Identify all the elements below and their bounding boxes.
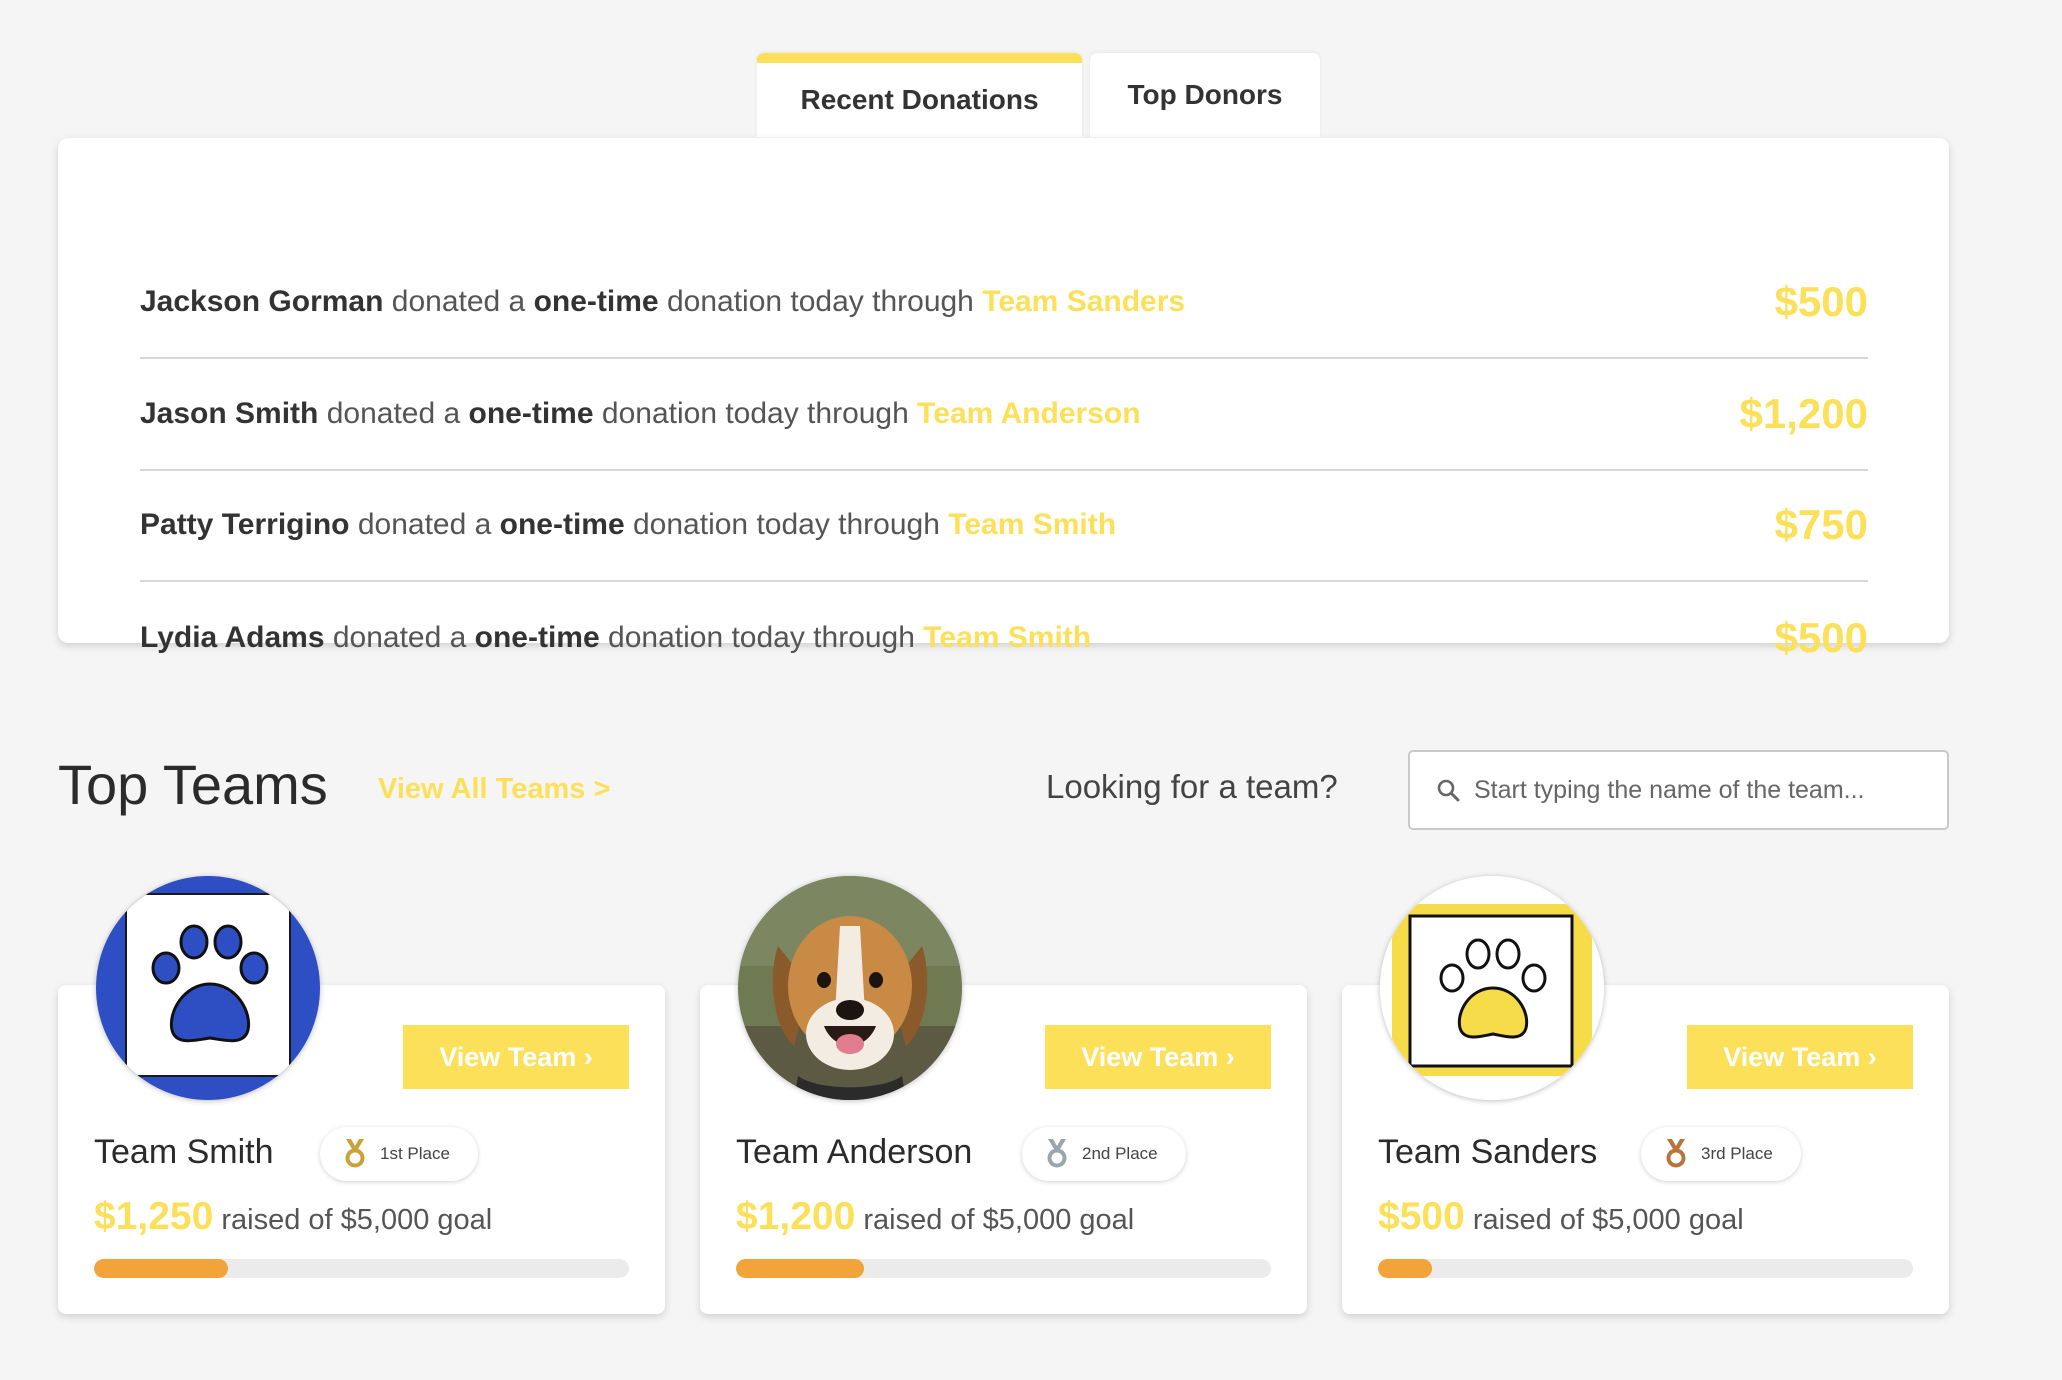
- raised-amount: $500: [1378, 1195, 1465, 1238]
- team-link[interactable]: Team Smith: [923, 621, 1091, 654]
- view-team-button[interactable]: View Team ›: [1687, 1025, 1913, 1089]
- donation-text: Patty Terrigino donated a one-time donat…: [140, 508, 1117, 541]
- donation-text: Lydia Adams donated a one-time donation …: [140, 621, 1092, 654]
- donation-text: Jackson Gorman donated a one-time donati…: [140, 285, 1186, 318]
- donation-tabs: Recent Donations Top Donors: [757, 53, 1320, 137]
- team-search-box[interactable]: [1408, 750, 1949, 830]
- progress-fill: [1378, 1259, 1432, 1278]
- yellow-paw-icon: [1380, 876, 1604, 1100]
- donor-name: Jason Smith: [140, 397, 319, 430]
- raised-amount: $1,250: [94, 1195, 214, 1238]
- place-badge: 1st Place: [320, 1127, 478, 1181]
- team-search-input[interactable]: [1474, 775, 1924, 805]
- team-name: Team Sanders: [1378, 1133, 1598, 1171]
- team-avatar[interactable]: [1380, 876, 1604, 1100]
- donation-row: Jason Smith donated a one-time donation …: [140, 359, 1868, 471]
- medal-icon: [1047, 1139, 1067, 1168]
- raised-amount: $1,200: [736, 1195, 856, 1238]
- team-name: Team Anderson: [736, 1133, 973, 1171]
- team-link[interactable]: Team Anderson: [917, 397, 1140, 430]
- team-avatar[interactable]: [96, 876, 320, 1100]
- progress-bar: [1378, 1259, 1913, 1278]
- view-team-button[interactable]: View Team ›: [1045, 1025, 1271, 1089]
- tab-top-donors[interactable]: Top Donors: [1090, 53, 1320, 137]
- donation-amount: $750: [1774, 501, 1868, 548]
- team-link[interactable]: Team Smith: [948, 508, 1116, 541]
- progress-bar: [94, 1259, 629, 1278]
- donor-name: Lydia Adams: [140, 621, 325, 654]
- donation-row: Jackson Gorman donated a one-time donati…: [140, 247, 1868, 359]
- donation-text: Jason Smith donated a one-time donation …: [140, 397, 1141, 430]
- donation-row: Lydia Adams donated a one-time donation …: [140, 582, 1868, 694]
- recent-donations-panel: Jackson Gorman donated a one-time donati…: [58, 138, 1949, 661]
- raised-text: $500 raised of $5,000 goal: [1378, 1195, 1744, 1238]
- donation-row: Patty Terrigino donated a one-time donat…: [140, 470, 1868, 582]
- donation-amount: $500: [1774, 614, 1868, 661]
- blue-paw-icon: [96, 876, 320, 1100]
- place-badge: 2nd Place: [1022, 1127, 1186, 1181]
- medal-icon: [1666, 1139, 1686, 1168]
- donor-name: Jackson Gorman: [140, 285, 384, 318]
- donation-amount: $1,200: [1739, 390, 1868, 437]
- search-icon: [1437, 779, 1460, 802]
- progress-fill: [736, 1259, 865, 1278]
- team-avatar[interactable]: [738, 876, 962, 1100]
- progress-bar: [736, 1259, 1271, 1278]
- tab-recent-donations[interactable]: Recent Donations: [757, 53, 1082, 137]
- team-link[interactable]: Team Sanders: [982, 285, 1185, 318]
- place-badge: 3rd Place: [1641, 1127, 1801, 1181]
- view-team-button[interactable]: View Team ›: [403, 1025, 629, 1089]
- team-name: Team Smith: [94, 1133, 274, 1171]
- raised-text: $1,200 raised of $5,000 goal: [736, 1195, 1135, 1238]
- donor-name: Patty Terrigino: [140, 508, 350, 541]
- dog-photo: [738, 876, 962, 1100]
- raised-text: $1,250 raised of $5,000 goal: [94, 1195, 493, 1238]
- donation-amount: $500: [1774, 278, 1868, 325]
- progress-fill: [94, 1259, 228, 1278]
- top-teams-title: Top Teams: [58, 753, 328, 816]
- medal-icon: [345, 1139, 365, 1168]
- view-all-teams-link[interactable]: View All Teams >: [378, 773, 610, 806]
- search-label: Looking for a team?: [1046, 768, 1338, 805]
